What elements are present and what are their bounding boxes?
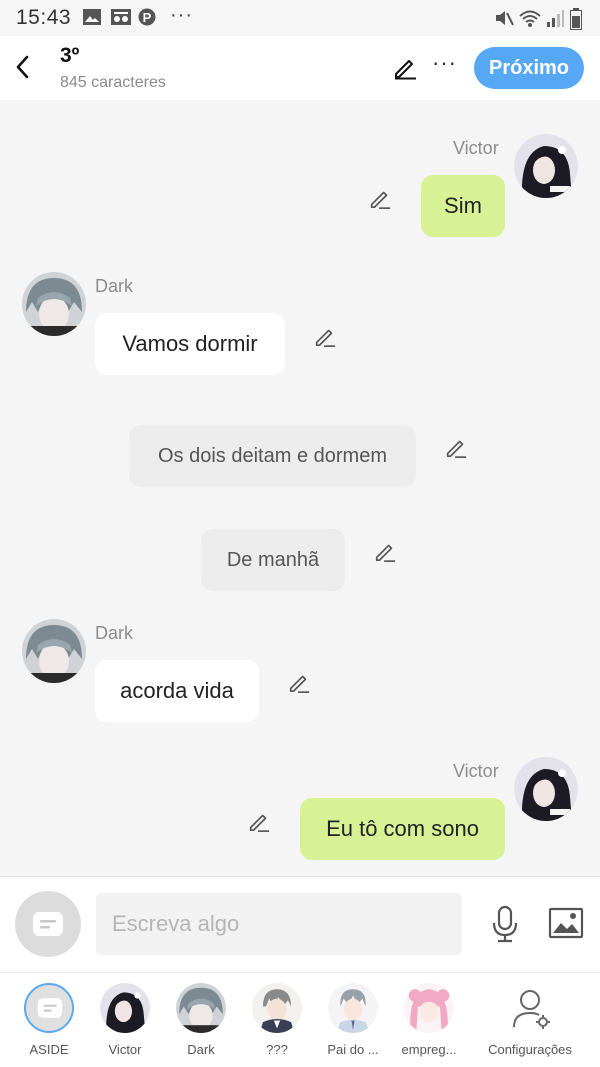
avatar-dark [176,983,226,1033]
tab-aside[interactable]: ASIDE [11,983,87,1063]
wifi-icon [519,10,541,27]
more-icon: ··· [170,4,193,26]
avatar-dark[interactable] [22,272,86,336]
sender-name: Dark [95,623,134,643]
edit-message-icon[interactable] [368,186,392,210]
message-bubble[interactable]: acorda vida [95,660,259,722]
avatar-victor[interactable] [514,757,578,821]
edit-message-icon[interactable] [247,809,271,833]
tab-dark[interactable]: Dark [163,983,239,1063]
svg-text:P: P [143,10,152,25]
image-upload-icon[interactable] [548,907,584,939]
chat-header: 3º 845 caracteres ··· Próximo [0,36,600,100]
tab-label: Configurações [488,1042,572,1057]
tab-pai-do[interactable]: Pai do ... [315,983,391,1063]
edit-message-icon[interactable] [444,435,468,459]
avatar-victor[interactable] [514,134,578,198]
tab-settings[interactable]: Configurações [488,983,572,1063]
avatar-empreg [404,983,454,1033]
signal-icon [547,10,564,27]
tab-unknown[interactable]: ??? [239,983,315,1063]
avatar-victor [100,983,150,1033]
avatar-dark[interactable] [22,619,86,683]
chat-area[interactable]: Victor Sim Dark Vamos dormir Os dois dei… [0,100,600,876]
aside-icon [33,912,63,936]
next-button[interactable]: Próximo [474,47,584,89]
sender-name: Victor [453,138,499,158]
more-options-icon[interactable]: ··· [432,50,457,76]
aside-toggle-button[interactable] [15,891,81,957]
character-tab-bar: ASIDE Victor Dark ??? Pai do ... empreg.… [0,972,600,1067]
character-count: 845 caracteres [60,74,166,91]
settings-icon [505,983,555,1033]
aside-tab-icon [24,983,74,1033]
sender-name: Victor [453,761,499,781]
tab-victor[interactable]: Victor [87,983,163,1063]
edit-message-icon[interactable] [313,324,337,348]
narration-bubble[interactable]: De manhã [201,529,345,591]
narration-bubble[interactable]: Os dois deitam e dormem [129,425,416,487]
edit-message-icon[interactable] [373,539,397,563]
message-bubble[interactable]: Vamos dormir [95,313,285,375]
pinterest-icon: P [138,8,156,26]
input-bar [0,876,600,972]
chapter-title: 3º [60,44,80,67]
message-bubble[interactable]: Sim [421,175,505,237]
message-bubble[interactable]: Eu tô com sono [300,798,505,860]
edit-message-icon[interactable] [287,670,311,694]
microphone-icon[interactable] [490,905,520,943]
avatar-pai-do [328,983,378,1033]
tab-empreg[interactable]: empreg... [391,983,467,1063]
status-bar: 15:43 P ··· [0,0,600,36]
edit-icon[interactable] [392,54,418,80]
mute-icon [496,11,514,26]
back-icon[interactable] [10,50,38,84]
tab-label: empreg... [401,1042,457,1057]
status-time: 15:43 [16,6,72,29]
image-icon [83,9,101,25]
sender-name: Dark [95,276,134,296]
voicemail-icon [111,9,131,25]
message-input[interactable] [96,893,462,955]
avatar-unknown [252,983,302,1033]
battery-icon [570,8,582,30]
